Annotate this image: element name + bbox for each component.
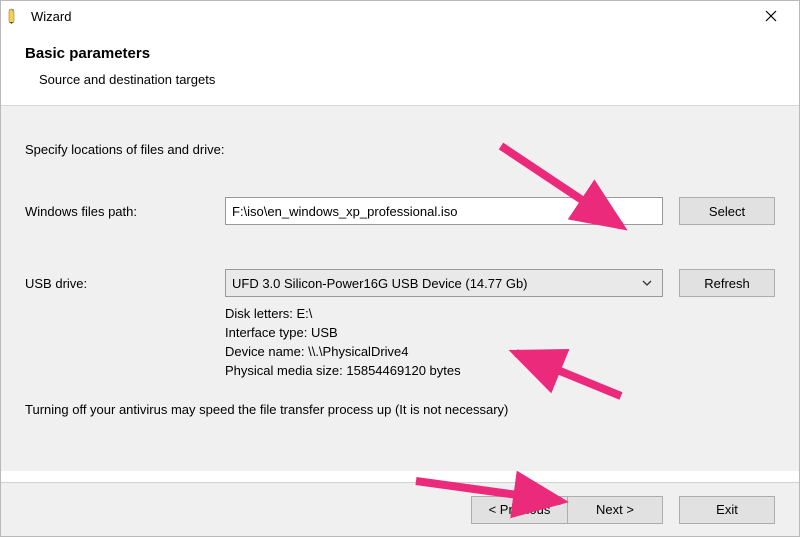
media-size-label: Physical media size: [225, 363, 346, 378]
windows-path-row: Windows files path: Select [25, 197, 775, 225]
select-button[interactable]: Select [679, 197, 775, 225]
exit-button[interactable]: Exit [679, 496, 775, 524]
previous-button[interactable]: < Previous [471, 496, 567, 524]
app-icon [7, 8, 23, 24]
close-button[interactable] [751, 3, 791, 29]
usb-details: Disk letters: E:\ Interface type: USB De… [225, 305, 775, 380]
windows-path-input[interactable] [225, 197, 663, 225]
page-heading: Basic parameters [25, 45, 775, 62]
device-name-label: Device name: [225, 344, 308, 359]
window-title: Wizard [31, 9, 751, 24]
detail-interface: Interface type: USB [225, 324, 775, 343]
wizard-header: Basic parameters Source and destination … [1, 31, 799, 105]
detail-media-size: Physical media size: 15854469120 bytes [225, 362, 775, 381]
disk-letters-value: E:\ [297, 306, 313, 321]
interface-label: Interface type: [225, 325, 311, 340]
usb-drive-row: USB drive: UFD 3.0 Silicon-Power16G USB … [25, 269, 775, 297]
instruction-text: Specify locations of files and drive: [25, 142, 775, 157]
usb-drive-label: USB drive: [25, 276, 225, 291]
disk-letters-label: Disk letters: [225, 306, 297, 321]
interface-value: USB [311, 325, 338, 340]
windows-path-label: Windows files path: [25, 204, 225, 219]
device-name-value: \\.\PhysicalDrive4 [308, 344, 408, 359]
wizard-body: Specify locations of files and drive: Wi… [1, 105, 799, 471]
page-subtitle: Source and destination targets [39, 72, 775, 87]
antivirus-hint: Turning off your antivirus may speed the… [25, 402, 775, 417]
titlebar: Wizard [1, 1, 799, 31]
wizard-footer: < Previous Next > Exit [1, 482, 799, 536]
refresh-button[interactable]: Refresh [679, 269, 775, 297]
close-icon [765, 10, 777, 22]
chevron-down-icon [638, 280, 656, 286]
detail-device-name: Device name: \\.\PhysicalDrive4 [225, 343, 775, 362]
detail-disk-letters: Disk letters: E:\ [225, 305, 775, 324]
usb-drive-select[interactable]: UFD 3.0 Silicon-Power16G USB Device (14.… [225, 269, 663, 297]
next-button[interactable]: Next > [567, 496, 663, 524]
nav-button-group: < Previous Next > [471, 496, 663, 524]
media-size-value: 15854469120 bytes [346, 363, 460, 378]
usb-drive-selected: UFD 3.0 Silicon-Power16G USB Device (14.… [232, 276, 638, 291]
